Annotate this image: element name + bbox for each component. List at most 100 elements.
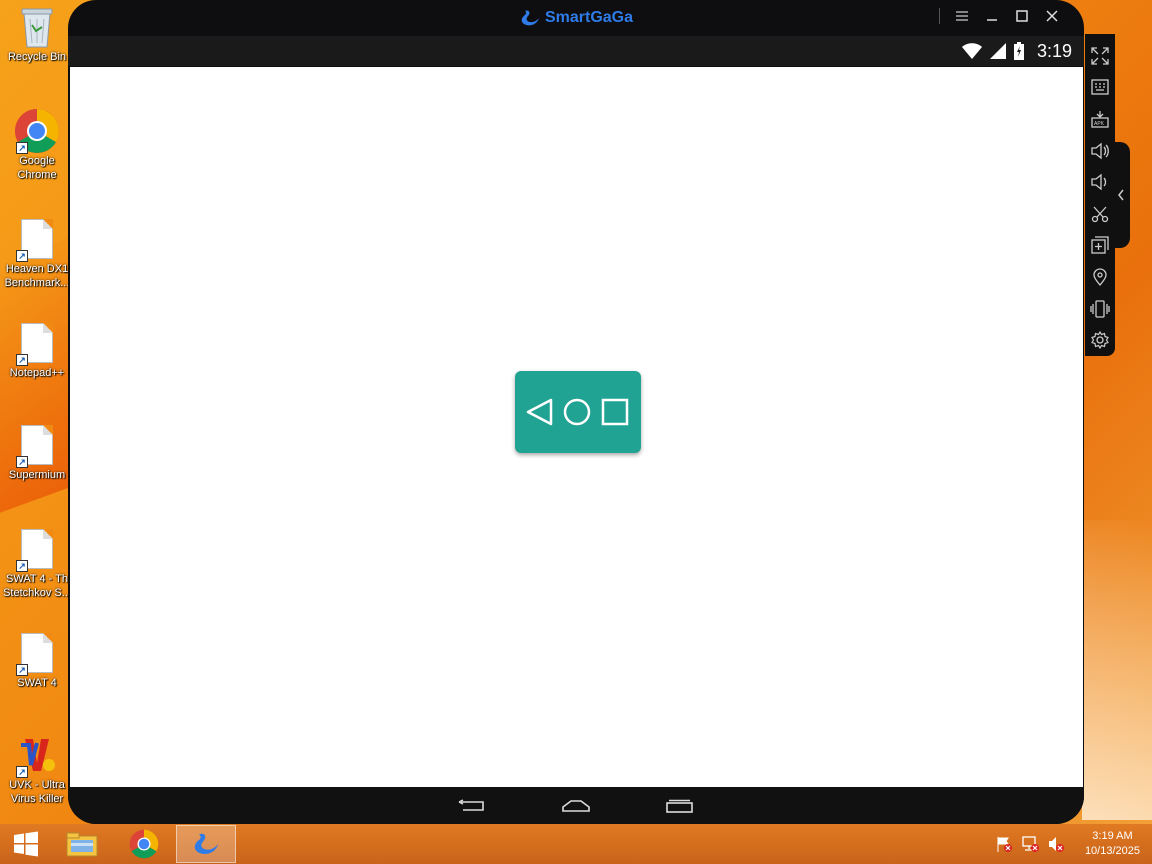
file-shortcut-icon: ↗ [14, 320, 60, 366]
system-tray: 3:19 AM 10/13/2025 [995, 824, 1152, 864]
fullscreen-icon [1091, 47, 1109, 65]
shake-icon [1090, 299, 1110, 318]
wallpaper-stripe [1082, 520, 1152, 820]
uvk-icon: ↗ [14, 732, 60, 778]
taskbar: 3:19 AM 10/13/2025 [0, 824, 1152, 864]
toolbar-collapse-button[interactable] [1112, 142, 1130, 248]
desktop-icon-label: Benchmark... [4, 277, 70, 289]
minimize-icon[interactable] [984, 8, 1000, 24]
desktop-icon-supermium[interactable]: ↗ Supermium [0, 422, 74, 482]
screenshot-button[interactable] [1087, 198, 1113, 230]
emulator-logo: SmartGaGa [519, 7, 633, 29]
shake-button[interactable] [1087, 293, 1113, 325]
android-screen[interactable] [70, 67, 1083, 787]
install-apk-icon: APK [1091, 110, 1109, 128]
shortcut-arrow-icon: ↗ [16, 354, 28, 366]
shortcut-arrow-icon: ↗ [16, 456, 28, 468]
status-time: 3:19 [1036, 40, 1072, 61]
shortcut-arrow-icon: ↗ [16, 250, 28, 262]
shortcut-arrow-icon: ↗ [16, 560, 28, 572]
shortcut-arrow-icon: ↗ [16, 664, 28, 676]
chrome-icon: ↗ [14, 108, 60, 154]
nav-back-button[interactable] [454, 794, 490, 818]
multi-instance-button[interactable] [1087, 230, 1113, 262]
install-apk-button[interactable]: APK [1087, 103, 1113, 135]
desktop-icon-google-chrome[interactable]: ↗ Google Chrome [0, 108, 74, 182]
desktop-icon-label: Virus Killer [10, 793, 64, 805]
desktop-icon-label: Recycle Bin [7, 51, 67, 63]
chevron-left-icon [1118, 189, 1124, 201]
desktop-icon-label: SWAT 4 [17, 677, 57, 689]
clock-time: 3:19 AM [1092, 830, 1133, 842]
clock-date: 10/13/2025 [1084, 845, 1140, 857]
file-shortcut-icon: ↗ [14, 216, 60, 262]
desktop-icon-notepad-plus-plus[interactable]: ↗ Notepad++ [0, 320, 74, 380]
file-explorer-icon [66, 832, 98, 857]
desktop-icon-heaven-benchmark[interactable]: ↗ Heaven DX1 Benchmark... [0, 216, 74, 290]
nav-home-button[interactable] [558, 794, 594, 818]
taskbar-clock[interactable]: 3:19 AM 10/13/2025 [1085, 829, 1140, 859]
swan-logo-icon [521, 10, 539, 26]
action-center-flag-icon[interactable] [995, 835, 1013, 853]
battery-charging-icon [1013, 42, 1024, 60]
volume-down-icon [1091, 173, 1107, 191]
settings-button[interactable] [1087, 324, 1113, 356]
keyboard-icon [1091, 79, 1109, 96]
desktop-icon-label: Stetchkov S... [3, 587, 71, 599]
desktop-icon-label: Heaven DX1 [5, 263, 69, 275]
navigation-bar-app-icon[interactable] [515, 371, 641, 453]
android-nav-bar [68, 787, 1084, 824]
home-icon [562, 799, 590, 812]
network-icon[interactable] [1021, 835, 1039, 853]
nav-back-home-recent-icon [526, 398, 629, 426]
back-icon [458, 798, 484, 811]
chrome-icon [129, 829, 159, 859]
desktop-icon-recycle-bin[interactable]: Recycle Bin [0, 4, 74, 64]
desktop-icon-label: UVK - Ultra [9, 779, 65, 791]
fullscreen-button[interactable] [1087, 40, 1113, 72]
wifi-icon [961, 43, 982, 59]
taskbar-chrome[interactable] [114, 825, 174, 863]
taskbar-file-explorer[interactable] [52, 825, 112, 863]
multi-instance-icon [1091, 236, 1109, 255]
emulator-title-bar[interactable]: SmartGaGa [68, 0, 1084, 36]
taskbar-smartgaga[interactable] [176, 825, 236, 863]
nav-recent-button[interactable] [662, 794, 698, 818]
settings-icon [1091, 331, 1109, 350]
shortcut-arrow-icon: ↗ [16, 766, 28, 778]
recycle-bin-icon [14, 4, 60, 50]
scissors-icon [1091, 206, 1109, 222]
desktop-icon-label: SWAT 4 - Th [6, 573, 68, 585]
menu-icon[interactable] [954, 8, 970, 24]
emulator-title: SmartGaGa [544, 9, 634, 26]
emulator-window: SmartGaGa 3:19 [68, 0, 1084, 824]
android-status-bar: 3:19 [68, 36, 1084, 66]
start-button[interactable] [0, 824, 52, 864]
desktop-icon-swat4[interactable]: ↗ SWAT 4 [0, 630, 74, 690]
desktop-icon-label: Google [19, 155, 55, 167]
volume-up-button[interactable] [1087, 135, 1113, 167]
window-controls [939, 8, 1060, 24]
maximize-icon[interactable] [1014, 8, 1030, 24]
divider [939, 8, 940, 24]
desktop-icon-label: Supermium [8, 469, 66, 481]
location-icon [1093, 268, 1107, 286]
desktop-icon-label: Notepad++ [9, 367, 65, 379]
swan-logo-icon [194, 833, 219, 855]
emulator-side-toolbar: APK [1085, 34, 1115, 356]
svg-text:APK: APK [1094, 121, 1105, 127]
desktop-icon-swat4-stetchkov[interactable]: ↗ SWAT 4 - Th Stetchkov S... [0, 526, 74, 600]
desktop-icon-label: Chrome [17, 169, 57, 181]
close-icon[interactable] [1044, 8, 1060, 24]
signal-icon [989, 43, 1006, 59]
volume-up-icon [1091, 142, 1109, 159]
file-shortcut-icon: ↗ [14, 630, 60, 676]
keyboard-button[interactable] [1087, 72, 1113, 104]
recent-apps-icon [666, 799, 693, 813]
file-shortcut-icon: ↗ [14, 526, 60, 572]
shortcut-arrow-icon: ↗ [16, 142, 28, 154]
desktop-icon-uvk[interactable]: ↗ UVK - Ultra Virus Killer [0, 732, 74, 806]
location-button[interactable] [1087, 261, 1113, 293]
volume-muted-icon[interactable] [1047, 835, 1065, 853]
volume-down-button[interactable] [1087, 166, 1113, 198]
